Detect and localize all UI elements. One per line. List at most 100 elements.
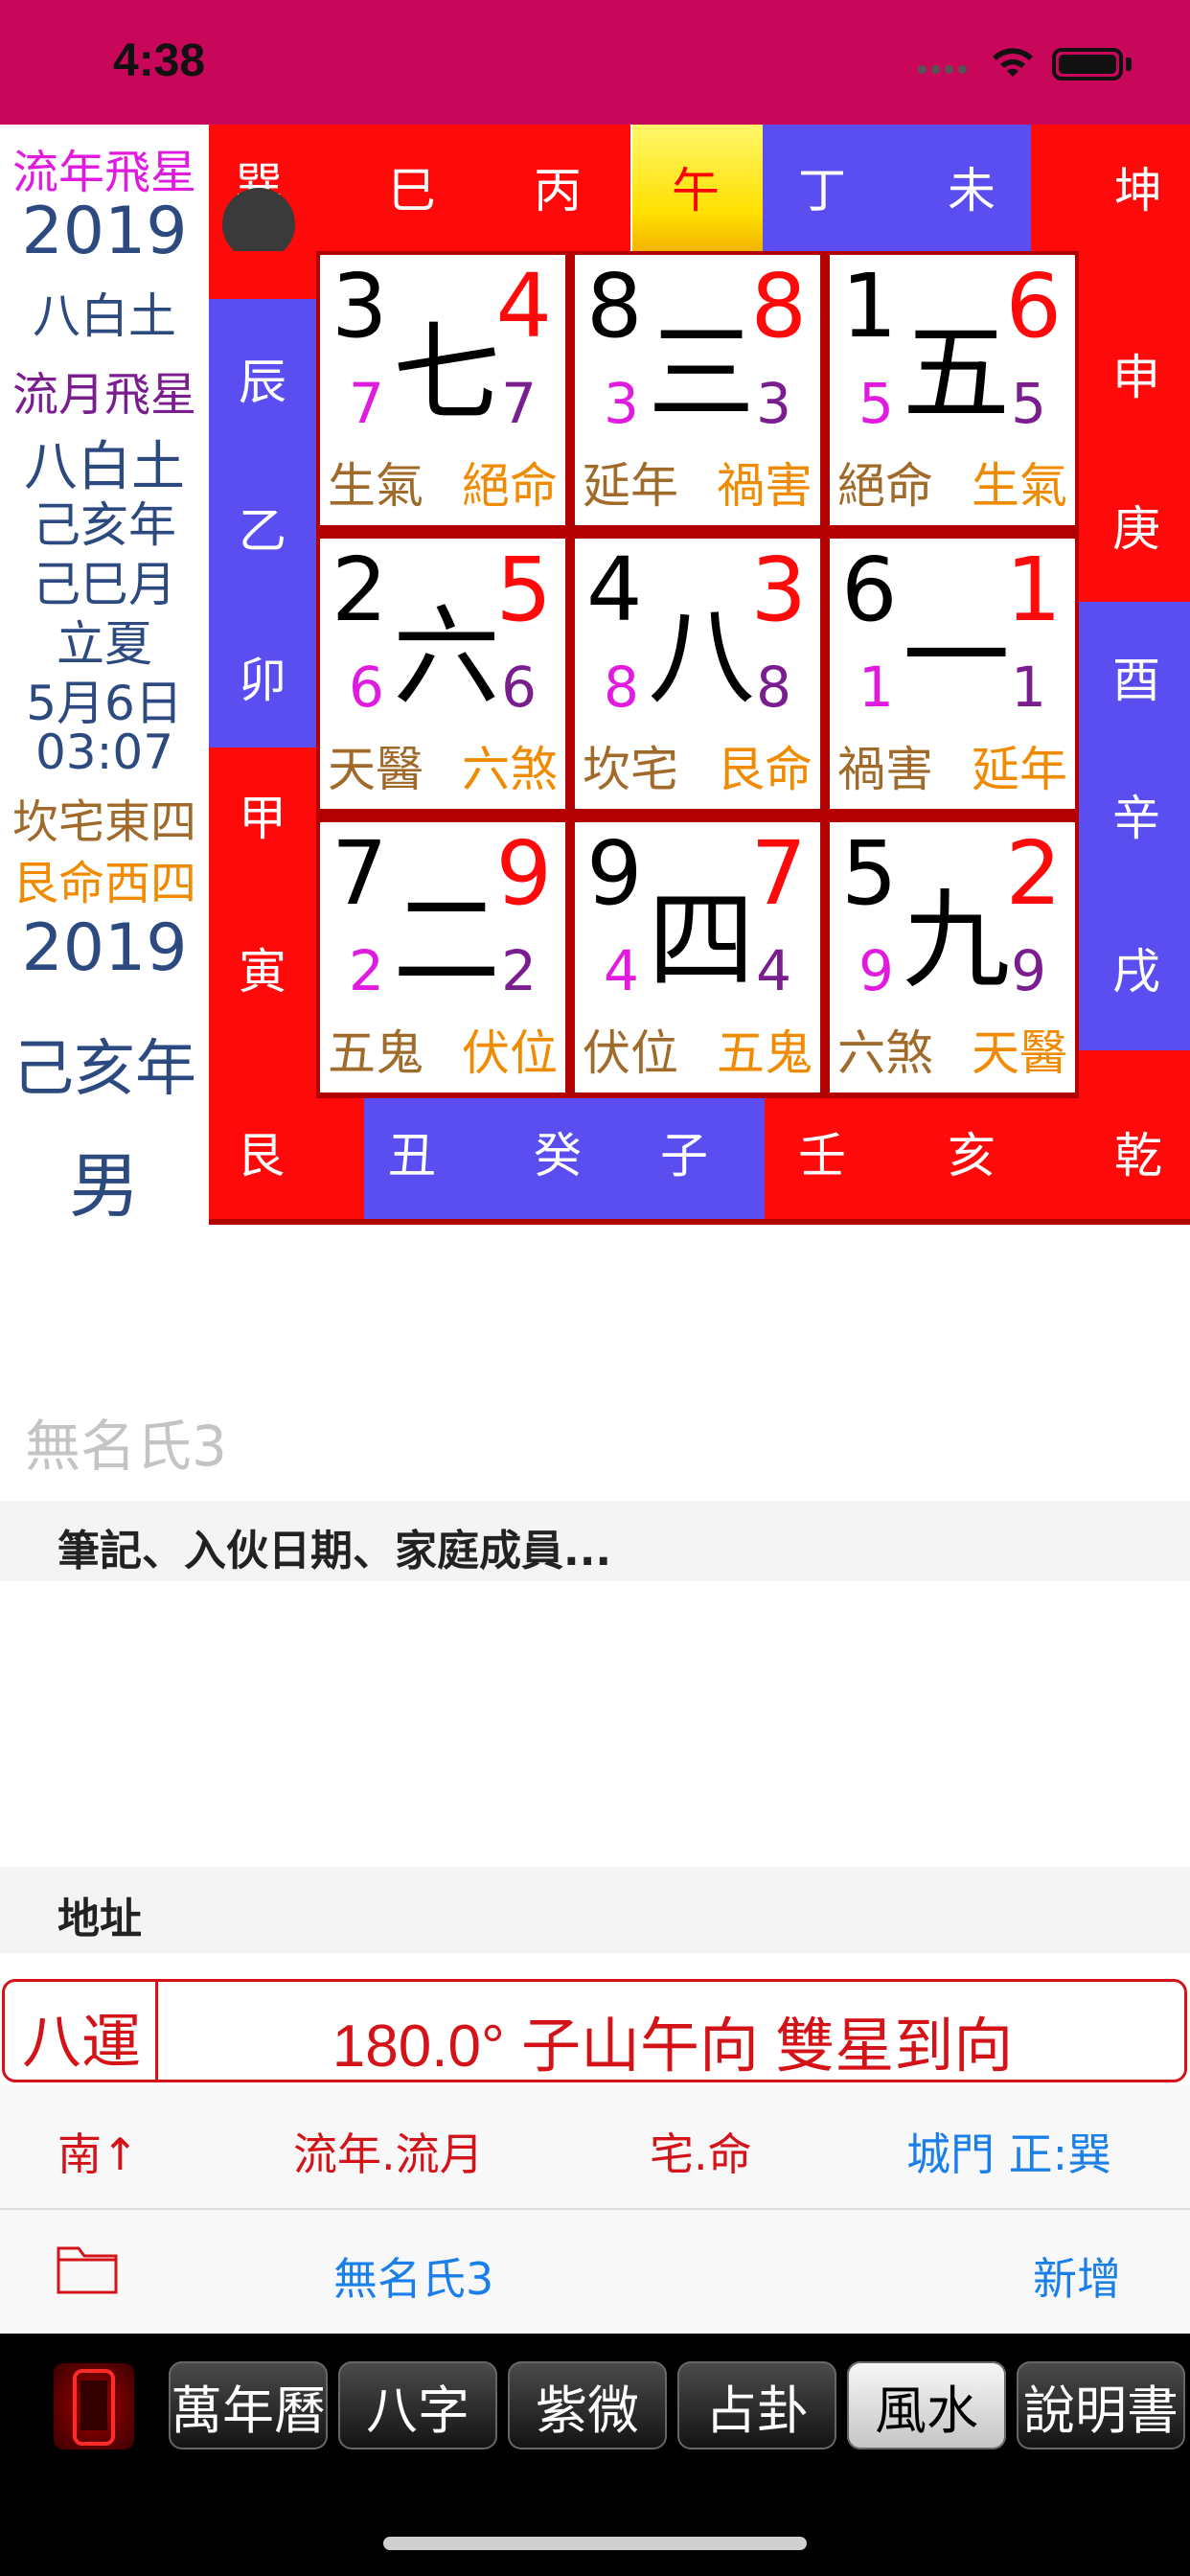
life-label: 五鬼 <box>717 1025 812 1081</box>
house-label: 五鬼 <box>328 1025 423 1081</box>
year-star: 9 <box>858 938 894 1003</box>
notes-textarea[interactable] <box>0 1581 1190 1867</box>
compass-right-4[interactable]: 戌 <box>1083 920 1190 1016</box>
record-name-button[interactable]: 無名氏3 <box>333 2244 493 2308</box>
palace-cell[interactable]: 1 6 五 5 5 絕命 生氣 <box>830 255 1075 525</box>
year-star: 3 <box>604 371 639 436</box>
compass-top-1[interactable]: 巳 <box>364 139 460 235</box>
month-star: 7 <box>501 371 537 436</box>
water-star: 7 <box>750 822 807 925</box>
direction-reading: 180.0° 子山午向 雙星到向 <box>332 2013 1014 2080</box>
palace-cell[interactable]: 4 3 八 8 8 坎宅 艮命 <box>575 539 820 809</box>
month-star: 9 <box>1011 938 1046 1003</box>
year-star: 2 <box>349 938 384 1003</box>
house-label: 生氣 <box>328 458 423 514</box>
tab-bazi[interactable]: 八字 <box>338 2361 497 2450</box>
tab-fengshui[interactable]: 風水 <box>847 2361 1006 2450</box>
tab-ziwei[interactable]: 紫微 <box>508 2361 667 2450</box>
palace-cell[interactable]: 2 5 六 6 6 天醫 六煞 <box>320 539 565 809</box>
compass-bottom-1[interactable]: 丑 <box>364 1104 460 1200</box>
compass-bottom-4[interactable]: 壬 <box>774 1104 870 1200</box>
compass-left-0[interactable]: 辰 <box>209 331 316 426</box>
compass-top-2[interactable]: 丙 <box>510 139 606 235</box>
period-star: 一 <box>903 595 1010 720</box>
palace-cell[interactable]: 6 1 一 1 1 禍害 延年 <box>830 539 1075 809</box>
month-star: 6 <box>501 655 537 720</box>
birth-ganzhi: 己亥年 <box>12 1034 196 1105</box>
life-label: 絕命 <box>462 458 558 514</box>
year-month-button[interactable]: 流年.流月 <box>293 2120 484 2183</box>
water-star: 9 <box>495 822 552 925</box>
life-label: 艮命 <box>717 742 812 797</box>
year-number: 2019 <box>21 194 188 269</box>
year-star: 八白土 <box>33 288 176 344</box>
palace-cell[interactable]: 3 4 七 7 7 生氣 絕命 <box>320 255 565 525</box>
compass-top-4[interactable]: 丁 <box>774 139 870 235</box>
city-gate-button[interactable]: 城門 正:巽 <box>906 2120 1111 2183</box>
water-star: 5 <box>495 539 552 641</box>
compass-bottom-6[interactable]: 乾 <box>1090 1104 1186 1200</box>
life-group: 艮命西四 <box>11 857 196 910</box>
compass-left-1[interactable]: 乙 <box>209 479 316 575</box>
mountain-star: 3 <box>332 255 388 357</box>
mountain-star: 2 <box>332 539 388 641</box>
compass-left-red-top <box>209 251 316 299</box>
add-button[interactable]: 新增 <box>1033 2244 1121 2308</box>
life-label: 生氣 <box>972 458 1067 514</box>
compass-bottom-2[interactable]: 癸 <box>510 1104 606 1200</box>
mountain-star: 4 <box>586 539 643 641</box>
birth-year: 2019 <box>21 910 188 986</box>
water-star: 3 <box>750 539 807 641</box>
compass-bottom-5[interactable]: 亥 <box>924 1104 1019 1200</box>
compass-bottom-3[interactable]: 子 <box>636 1104 732 1200</box>
period-star: 二 <box>393 879 500 1003</box>
mountain-star: 9 <box>586 822 643 925</box>
palace-cell[interactable]: 8 8 三 3 3 延年 禍害 <box>575 255 820 525</box>
signal-dots-icon <box>918 59 972 74</box>
phone-icon <box>73 2369 115 2446</box>
year-star: 6 <box>349 655 384 720</box>
compass-left-2[interactable]: 卯 <box>209 629 316 724</box>
mountain-star: 1 <box>841 255 898 357</box>
compass-top-5[interactable]: 未 <box>924 139 1019 235</box>
compass-right-1[interactable]: 庚 <box>1083 477 1190 573</box>
house-label: 伏位 <box>583 1025 678 1081</box>
month-star: 5 <box>1011 371 1046 436</box>
file-row <box>0 2210 1190 2333</box>
compass-left-3[interactable]: 甲 <box>209 767 316 862</box>
house-life-button[interactable]: 宅.命 <box>650 2120 752 2183</box>
life-label: 天醫 <box>972 1025 1067 1081</box>
month-star: 2 <box>501 938 537 1003</box>
house-label: 延年 <box>583 458 678 514</box>
period-star: 八 <box>648 595 755 720</box>
tab-divination[interactable]: 占卦 <box>677 2361 836 2450</box>
mountain-star: 6 <box>841 539 898 641</box>
address-header: 地址 <box>57 1895 142 1944</box>
south-up-button[interactable]: 南↑ <box>57 2120 139 2183</box>
mountain-star: 5 <box>841 822 898 925</box>
water-star: 2 <box>1005 822 1062 925</box>
mountain-star: 8 <box>586 255 643 357</box>
tab-manual[interactable]: 說明書 <box>1017 2361 1185 2450</box>
period-star: 六 <box>393 595 500 720</box>
compass-bottom-0[interactable]: 艮 <box>213 1104 309 1200</box>
name-input[interactable]: 無名氏3 <box>25 1401 227 1482</box>
compass-right-2[interactable]: 酉 <box>1083 629 1190 724</box>
water-star: 1 <box>1005 539 1062 641</box>
palace-cell[interactable]: 5 2 九 9 9 六煞 天醫 <box>830 822 1075 1092</box>
palace-cell[interactable]: 9 7 四 4 4 伏位 五鬼 <box>575 822 820 1092</box>
folder-icon[interactable] <box>56 2242 119 2296</box>
notes-header: 筆記、入伙日期、家庭成員... <box>57 1527 612 1576</box>
compass-top-3[interactable]: 午 <box>648 139 744 235</box>
wifi-icon <box>993 48 1033 77</box>
compass-left-4[interactable]: 寅 <box>209 920 316 1016</box>
period-label: 八運 <box>21 2007 141 2077</box>
life-label: 延年 <box>972 742 1067 797</box>
year-star: 1 <box>858 655 894 720</box>
compass-right-0[interactable]: 申 <box>1083 326 1190 422</box>
compass-top-6[interactable]: 坤 <box>1090 139 1186 235</box>
palace-cell[interactable]: 7 9 二 2 2 五鬼 伏位 <box>320 822 565 1092</box>
tab-calendar[interactable]: 萬年曆 <box>169 2361 328 2450</box>
compass-right-3[interactable]: 辛 <box>1083 767 1190 862</box>
battery-icon <box>1052 48 1123 80</box>
